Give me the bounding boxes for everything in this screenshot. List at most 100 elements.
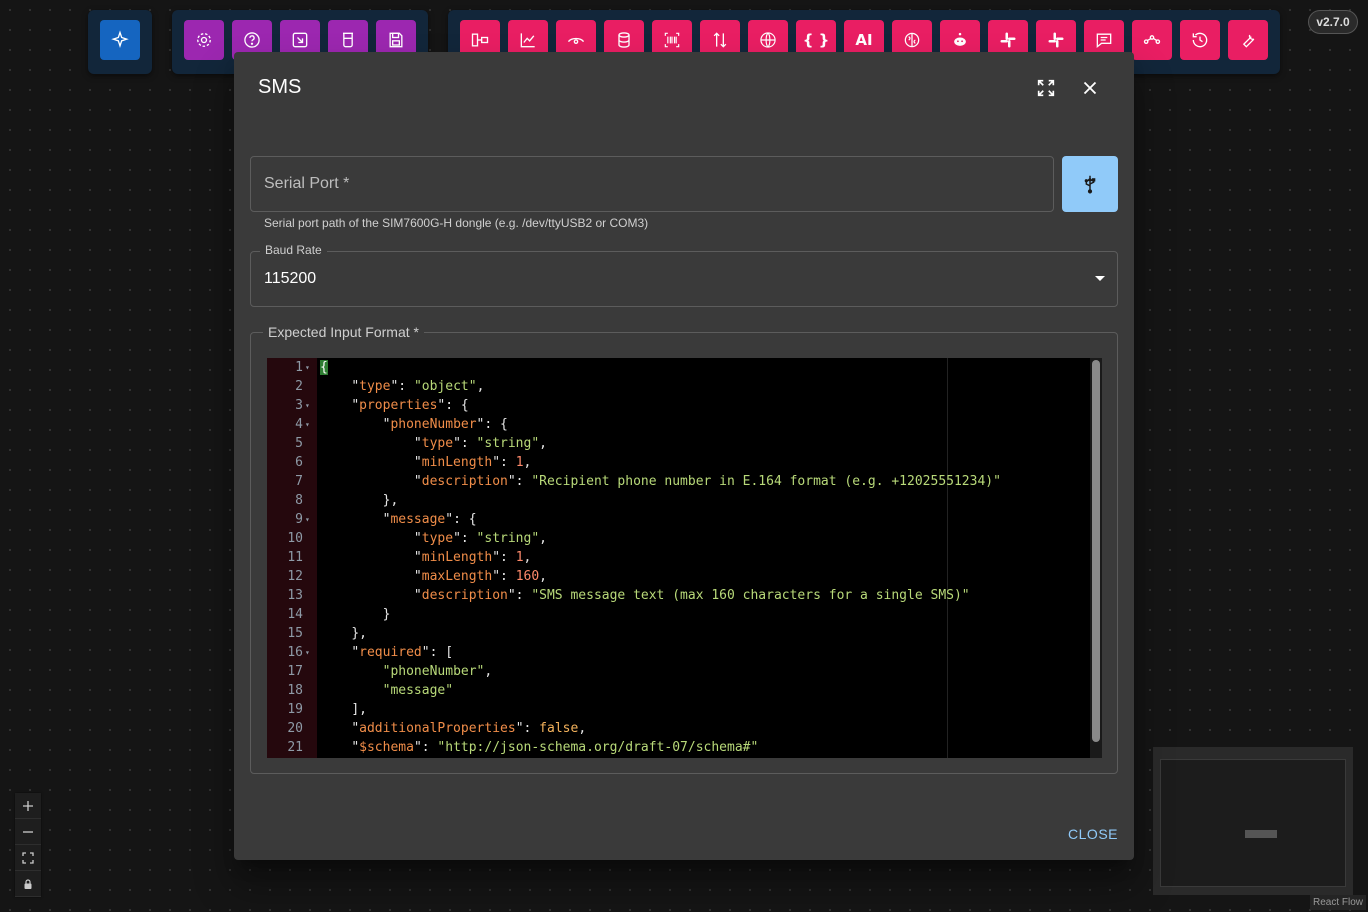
zoom-out-button[interactable] [15,819,41,845]
line-number: 12 [287,569,303,584]
code-line: 21 "$schema": "http://json-schema.org/dr… [267,738,1102,757]
history-button[interactable] [1180,20,1220,60]
minimap-viewport [1160,759,1346,887]
code-text: "message" [382,683,454,698]
code-text: "type": "string", [413,531,547,546]
baud-rate-value: 115200 [264,270,317,287]
graph-button[interactable] [1132,20,1172,60]
history-icon [1192,32,1208,48]
code-line: 19 ], [267,700,1102,719]
detect-usb-button[interactable] [1062,156,1118,212]
ai-wrench-icon [1242,34,1255,48]
zoom-controls [15,793,41,897]
line-number: 15 [287,626,303,641]
line-number: 11 [287,550,303,565]
line-number: 17 [287,664,303,679]
ai-icon: AI [855,31,873,49]
baud-rate-label: Baud Rate [260,243,327,257]
settings-button[interactable] [184,20,224,60]
code-line: 1 ▾ { [267,358,1102,377]
graph-icon [1143,35,1161,45]
json-code-editor[interactable]: 1 ▾{2 "type": "object", 3 ▾ "properties": {… [267,358,1102,758]
fold-arrow-icon[interactable]: ▾ [305,358,310,377]
code-line: 8 }, [267,491,1102,510]
curly-braces-icon: { } [802,31,830,49]
code-line: 10 "type": "string", [267,529,1102,548]
serial-port-helper: Serial port path of the SIM7600G-H dongl… [264,216,649,230]
close-icon-button[interactable] [1078,76,1102,100]
minimap[interactable] [1153,747,1353,895]
code-text: "properties": { [351,398,469,413]
code-text: "type": "object", [351,379,485,394]
code-text: "additionalProperties": false, [351,721,587,736]
code-text: "minLength": 1, [413,550,532,565]
code-text: "required": [ [351,645,454,660]
code-line: 16 ▾ "required": [ [267,643,1102,662]
code-line: 4 ▾ "phoneNumber": { [267,415,1102,434]
flow-node-icon [471,33,489,47]
save-icon [389,32,403,48]
line-number: 18 [287,683,303,698]
line-number: 8 [295,493,303,508]
fold-arrow-icon[interactable]: ▾ [305,643,310,662]
sparkle-icon [111,30,129,48]
line-number: 16 [287,645,303,660]
code-line: 7 "description": "Recipient phone number… [267,472,1102,491]
version-badge: v2.7.0 [1308,10,1358,34]
code-line: 12 "maxLength": 160, [267,567,1102,586]
code-text: { [320,360,328,375]
close-icon [1083,81,1097,95]
code-line: 13 "description": "SMS message text (max… [267,586,1102,605]
baud-rate-select[interactable]: Baud Rate 115200 [250,243,1118,307]
code-text: "description": "SMS message text (max 16… [413,588,970,603]
line-number: 20 [287,721,303,736]
fit-view-button[interactable] [15,845,41,871]
sort-arrows-icon [713,32,727,48]
code-line: 18 "message" [267,681,1102,700]
line-number: 10 [287,531,303,546]
dialog-title: SMS [258,76,302,98]
code-line: 6 "minLength": 1, [267,453,1102,472]
code-line: 5 "type": "string", [267,434,1102,453]
code-text: }, [382,493,399,508]
line-chart-icon [520,33,535,48]
fit-view-icon [22,851,34,864]
line-number: 7 [295,474,303,489]
barcode-icon [664,32,680,48]
code-text: ], [351,702,367,717]
react-flow-attribution[interactable]: React Flow [1309,895,1366,910]
sms-dialog: SMS Serial Port * Serial port path of th… [234,52,1134,860]
input-format-label: Expected Input Format * [263,324,424,340]
code-line: 11 "minLength": 1, [267,548,1102,567]
fold-arrow-icon[interactable]: ▾ [305,396,310,415]
slack-alt-icon [1048,32,1064,48]
zoom-in-button[interactable] [15,793,41,819]
toolbar-group-ai [88,10,152,74]
chevron-down-icon [1095,276,1105,281]
fullscreen-button[interactable] [1034,76,1058,100]
line-number: 21 [287,740,303,755]
line-number: 3 [295,398,303,413]
reddit-icon [954,32,966,46]
close-button[interactable]: CLOSE [1068,826,1118,842]
input-format-field: Expected Input Format * 1 ▾{2 "type": "ob… [250,324,1118,774]
line-number: 5 [295,436,303,451]
code-line: 15 }, [267,624,1102,643]
code-text: "minLength": 1, [413,455,532,470]
code-text: "$schema": "http://json-schema.org/draft… [351,740,759,755]
code-text: "description": "Recipient phone number i… [413,474,1001,489]
serial-port-field[interactable]: Serial Port * [250,156,1054,212]
line-number: 13 [287,588,303,603]
code-line: 20 "additionalProperties": false, [267,719,1102,738]
lock-button[interactable] [15,871,41,897]
line-number: 4 [295,417,303,432]
brain-icon [904,32,920,48]
sparkle-button[interactable] [100,20,140,60]
minus-icon [23,830,33,833]
code-text: "type": "string", [413,436,547,451]
fold-arrow-icon[interactable]: ▾ [305,510,310,529]
code-text: "maxLength": 160, [413,569,547,584]
fold-arrow-icon[interactable]: ▾ [305,415,310,434]
ai-tools-button[interactable] [1228,20,1268,60]
code-line: 14 } [267,605,1102,624]
